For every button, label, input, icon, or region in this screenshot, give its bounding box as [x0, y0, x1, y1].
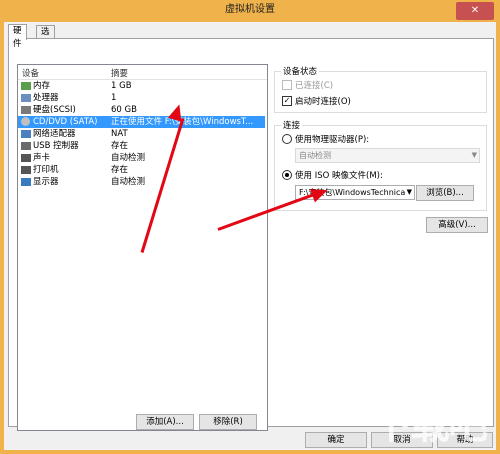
- device-name: CD/DVD (SATA): [33, 117, 98, 127]
- device-status-title: 设备状态: [281, 65, 320, 77]
- tab-options[interactable]: 选项: [36, 25, 55, 50]
- sound-card-icon: [21, 154, 31, 162]
- device-row[interactable]: 网络适配器 NAT: [18, 128, 265, 140]
- column-device[interactable]: 设备: [22, 67, 39, 79]
- device-row[interactable]: 处理器 1: [18, 92, 265, 104]
- physical-drive-select[interactable]: 自动检测 ▼: [295, 148, 480, 163]
- device-name: 网络适配器: [33, 129, 76, 139]
- connected-checkbox[interactable]: [282, 80, 292, 90]
- tab-hardware[interactable]: 硬件: [8, 24, 27, 49]
- device-name: USB 控制器: [33, 141, 79, 151]
- device-name: 内存: [33, 81, 51, 91]
- device-row[interactable]: 硬盘(SCSI) 60 GB: [18, 104, 265, 116]
- physical-drive-radio[interactable]: [282, 134, 292, 144]
- device-row[interactable]: USB 控制器 存在: [18, 140, 265, 152]
- device-summary: 自动检测: [111, 177, 146, 187]
- ok-button[interactable]: 确定: [305, 432, 367, 448]
- connect-at-power-on-label: 启动时连接(O): [295, 97, 351, 107]
- printer-icon: [21, 166, 31, 174]
- hardware-panel: 设备 摘要 内存 1 GB 处理器 1 硬盘(SCSI) 60 GB CD/DVD (SAT…: [8, 38, 494, 431]
- memory-icon: [21, 82, 31, 90]
- iso-image-label: 使用 ISO 映像文件(M):: [295, 171, 383, 181]
- device-status-group: 设备状态 已连接(C) ✓ 启动时连接(O): [274, 65, 487, 113]
- device-summary: 1 GB: [111, 81, 132, 91]
- device-summary: 存在: [111, 141, 129, 151]
- connection-title: 连接: [281, 119, 303, 131]
- device-summary: 60 GB: [111, 105, 137, 115]
- connect-at-power-on-checkbox[interactable]: ✓: [282, 96, 292, 106]
- watermark-logo: 下载吧: [372, 402, 488, 448]
- device-row[interactable]: 声卡 自动检测: [18, 152, 265, 164]
- close-button[interactable]: ✕: [456, 2, 494, 20]
- device-summary: NAT: [111, 129, 128, 139]
- device-list-header: 设备 摘要: [18, 65, 267, 80]
- device-name: 硬盘(SCSI): [33, 105, 76, 115]
- device-summary: 存在: [111, 165, 129, 175]
- column-summary[interactable]: 摘要: [111, 67, 128, 79]
- hard-disk-icon: [21, 106, 31, 114]
- cd-dvd-icon: [21, 117, 30, 126]
- remove-device-button[interactable]: 移除(R): [199, 414, 257, 430]
- device-row[interactable]: 打印机 存在: [18, 164, 265, 176]
- device-summary: 1: [111, 93, 117, 103]
- connected-label: 已连接(C): [295, 81, 334, 91]
- device-row[interactable]: 显示器 自动检测: [18, 176, 265, 188]
- device-name: 打印机: [33, 165, 59, 175]
- chevron-down-icon: ▼: [471, 151, 477, 159]
- device-name: 声卡: [33, 153, 51, 163]
- dialog-client: 硬件 选项 设备 摘要 内存1 GB处理器1硬盘(SCSI)60 GBCD/DV…: [4, 22, 496, 450]
- chevron-down-icon: ▼: [406, 188, 412, 196]
- device-name: 处理器: [33, 93, 59, 103]
- iso-image-radio[interactable]: [282, 170, 292, 180]
- window-title: 虚拟机设置: [225, 4, 275, 15]
- processor-icon: [21, 94, 31, 102]
- advanced-button[interactable]: 高级(V)...: [426, 217, 488, 233]
- device-summary: 自动检测: [111, 153, 146, 163]
- browse-button[interactable]: 浏览(B)...: [416, 185, 474, 201]
- physical-drive-label: 使用物理驱动器(P):: [295, 135, 370, 145]
- device-row[interactable]: CD/DVD (SATA) 正在使用文件 F:\安装包\WindowsT...: [18, 116, 265, 128]
- network-adapter-icon: [21, 130, 31, 138]
- vm-settings-window: 虚拟机设置 ✕ 硬件 选项 设备 摘要 内存 1 GB 处理器 1 硬盘(SCSI) 60…: [0, 0, 500, 454]
- device-summary: 正在使用文件 F:\安装包\WindowsT...: [111, 117, 254, 127]
- device-row[interactable]: 内存 1 GB: [18, 80, 265, 92]
- display-icon: [21, 178, 31, 186]
- add-device-button[interactable]: 添加(A)...: [136, 414, 194, 430]
- physical-drive-value: 自动检测: [299, 151, 331, 160]
- usb-controller-icon: [21, 142, 31, 150]
- device-name: 显示器: [33, 177, 59, 187]
